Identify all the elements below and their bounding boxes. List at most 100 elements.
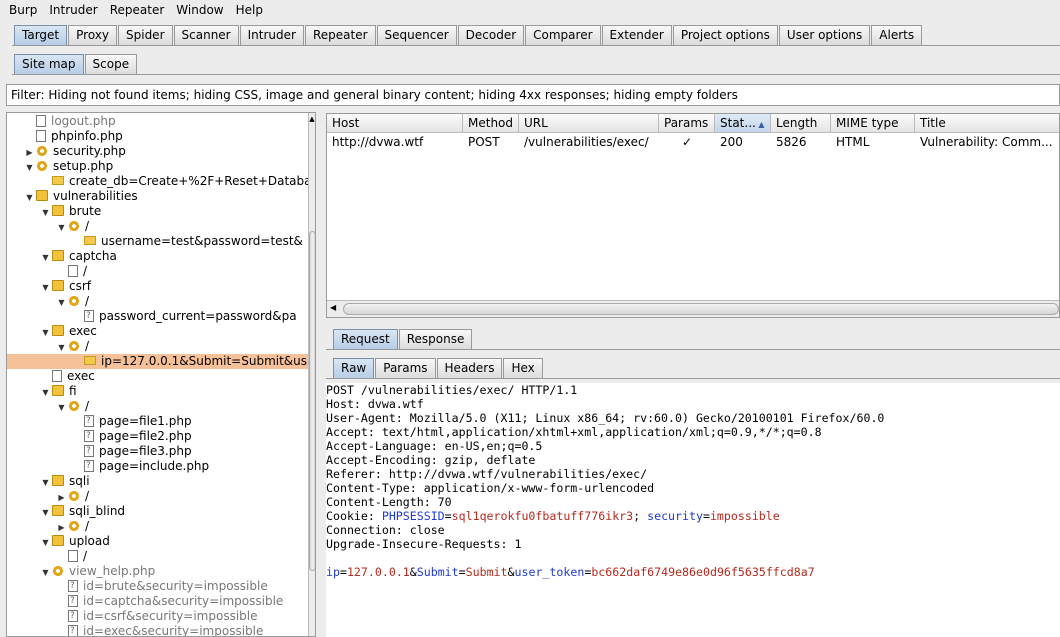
expand-down-icon[interactable]: ▼ bbox=[25, 190, 34, 205]
expand-right-icon[interactable]: ▶ bbox=[25, 145, 34, 160]
tree-node[interactable]: id=captcha&security=impossible bbox=[7, 594, 315, 609]
menu-intruder[interactable]: Intruder bbox=[40, 0, 100, 17]
expand-right-icon[interactable]: ▶ bbox=[57, 490, 66, 505]
gear-icon bbox=[52, 565, 64, 577]
format-tab-raw[interactable]: Raw bbox=[333, 358, 375, 378]
column-header-status[interactable]: Stat... ▲ bbox=[715, 114, 771, 133]
column-header-title[interactable]: Title bbox=[915, 114, 1059, 133]
subtab-site-map[interactable]: Site map bbox=[14, 54, 84, 74]
tree-node[interactable]: ▼ / bbox=[7, 399, 315, 415]
tree-node[interactable]: page=file3.php bbox=[7, 444, 315, 459]
filter-bar[interactable]: Filter: Hiding not found items; hiding C… bbox=[6, 84, 1060, 106]
tree-node[interactable]: ▶ / bbox=[7, 489, 315, 505]
tree-node[interactable]: ▼ sqli bbox=[7, 474, 315, 490]
tree-node[interactable]: ▶ / bbox=[7, 519, 315, 535]
tree-node[interactable]: ▼ view_help.php bbox=[7, 564, 315, 580]
tree-node[interactable]: exec bbox=[7, 369, 315, 384]
tree-node[interactable]: ▼ / bbox=[7, 294, 315, 310]
expand-down-icon[interactable]: ▼ bbox=[57, 220, 66, 235]
tree-node[interactable]: ▼ captcha bbox=[7, 249, 315, 265]
column-header-length[interactable]: Length bbox=[771, 114, 831, 133]
tree-node-label: / bbox=[83, 549, 88, 563]
tree-node[interactable]: ▼ setup.php bbox=[7, 159, 315, 175]
request-editor[interactable]: POST /vulnerabilities/exec/ HTTP/1.1 Host… bbox=[326, 383, 1060, 637]
expand-down-icon[interactable]: ▼ bbox=[41, 475, 50, 490]
tree-node[interactable]: phpinfo.php bbox=[7, 129, 315, 144]
tree-node[interactable]: id=brute&security=impossible bbox=[7, 579, 315, 594]
expand-down-icon[interactable]: ▼ bbox=[25, 160, 34, 175]
tree-node[interactable]: username=test&password=test& bbox=[7, 234, 315, 249]
tree-node[interactable]: page=file2.php bbox=[7, 429, 315, 444]
tab-project-options[interactable]: Project options bbox=[672, 25, 778, 45]
request-line: Content-Length: 70 bbox=[326, 495, 452, 509]
tree-node[interactable]: id=csrf&security=impossible bbox=[7, 609, 315, 624]
expand-down-icon[interactable]: ▼ bbox=[41, 280, 50, 295]
tab-user-options[interactable]: User options bbox=[778, 25, 871, 45]
tree-node[interactable]: ▼ brute bbox=[7, 204, 315, 220]
menu-burp[interactable]: Burp bbox=[0, 0, 40, 17]
tree-node[interactable]: ▼ sqli_blind bbox=[7, 504, 315, 520]
tab-request[interactable]: Request bbox=[333, 329, 398, 349]
column-header-method[interactable]: Method bbox=[463, 114, 519, 133]
tree-node[interactable]: ▶ security.php bbox=[7, 144, 315, 160]
tab-intruder[interactable]: Intruder bbox=[239, 25, 304, 45]
tab-target[interactable]: Target bbox=[14, 25, 68, 45]
tree-node[interactable]: ▼ / bbox=[7, 339, 315, 355]
tab-alerts[interactable]: Alerts bbox=[871, 25, 923, 45]
tree-node[interactable]: ▼ upload bbox=[7, 534, 315, 550]
tree-node[interactable]: page=include.php bbox=[7, 459, 315, 474]
tree-node[interactable]: / bbox=[7, 549, 315, 564]
tree-node[interactable]: create_db=Create+%2F+Reset+Databa bbox=[7, 174, 315, 189]
expand-down-icon[interactable]: ▼ bbox=[41, 505, 50, 520]
menu-window[interactable]: Window bbox=[167, 0, 226, 17]
expand-right-icon[interactable]: ▶ bbox=[57, 520, 66, 535]
expand-down-icon[interactable]: ▼ bbox=[57, 295, 66, 310]
expand-down-icon[interactable]: ▼ bbox=[41, 385, 50, 400]
tree-node[interactable]: ▼ exec bbox=[7, 324, 315, 340]
tree-node[interactable]: / bbox=[7, 264, 315, 279]
expand-down-icon[interactable]: ▼ bbox=[57, 400, 66, 415]
tab-response[interactable]: Response bbox=[398, 329, 473, 349]
expand-down-icon[interactable]: ▼ bbox=[41, 205, 50, 220]
tab-extender[interactable]: Extender bbox=[601, 25, 672, 45]
column-header-url[interactable]: URL bbox=[519, 114, 659, 133]
tree-scroll-thumb[interactable] bbox=[309, 231, 315, 571]
tab-comparer[interactable]: Comparer bbox=[525, 25, 601, 45]
tree-node[interactable]: ▼ fi bbox=[7, 384, 315, 400]
expand-down-icon[interactable]: ▼ bbox=[41, 565, 50, 580]
expand-down-icon[interactable]: ▼ bbox=[41, 325, 50, 340]
expand-down-icon[interactable]: ▼ bbox=[41, 535, 50, 550]
column-header-params[interactable]: Params bbox=[659, 114, 715, 133]
tree-node[interactable]: id=exec&security=impossible bbox=[7, 624, 315, 636]
scroll-up-icon[interactable]: ▲ bbox=[308, 114, 315, 124]
tree-node[interactable]: password_current=password&pa bbox=[7, 309, 315, 324]
menu-help[interactable]: Help bbox=[227, 0, 266, 17]
site-map-table[interactable]: Host Method URL Params Stat... ▲ Length MIME t… bbox=[326, 113, 1060, 318]
format-tab-hex[interactable]: Hex bbox=[503, 358, 543, 378]
scroll-left-icon[interactable]: ◀ bbox=[330, 303, 336, 312]
column-header-host[interactable]: Host bbox=[327, 114, 463, 133]
expand-down-icon[interactable]: ▼ bbox=[41, 250, 50, 265]
tab-spider[interactable]: Spider bbox=[118, 25, 173, 45]
tree-node[interactable]: ▼ / bbox=[7, 219, 315, 235]
param-equals: = bbox=[339, 565, 347, 579]
column-header-mime-type[interactable]: MIME type bbox=[831, 114, 915, 133]
tab-sequencer[interactable]: Sequencer bbox=[376, 25, 457, 45]
param-separator: & bbox=[507, 565, 515, 579]
tree-node[interactable]: ▼ vulnerabilities bbox=[7, 189, 315, 205]
site-map-tree[interactable]: logout.php phpinfo.php ▶ security.php ▼ setup… bbox=[6, 112, 316, 637]
table-scroll-thumb[interactable] bbox=[343, 303, 1059, 315]
tree-node[interactable]: page=file1.php bbox=[7, 414, 315, 429]
tree-node[interactable]: ip=127.0.0.1&Submit=Submit&us bbox=[7, 354, 315, 369]
format-tab-params[interactable]: Params bbox=[375, 358, 436, 378]
tab-repeater[interactable]: Repeater bbox=[304, 25, 376, 45]
tree-node[interactable]: logout.php bbox=[7, 114, 315, 129]
tab-scanner[interactable]: Scanner bbox=[173, 25, 239, 45]
expand-down-icon[interactable]: ▼ bbox=[57, 340, 66, 355]
tab-decoder[interactable]: Decoder bbox=[457, 25, 525, 45]
tree-node[interactable]: ▼ csrf bbox=[7, 279, 315, 295]
format-tab-headers[interactable]: Headers bbox=[436, 358, 503, 378]
tab-proxy[interactable]: Proxy bbox=[68, 25, 117, 45]
menu-repeater[interactable]: Repeater bbox=[101, 0, 168, 17]
subtab-scope[interactable]: Scope bbox=[84, 54, 138, 74]
